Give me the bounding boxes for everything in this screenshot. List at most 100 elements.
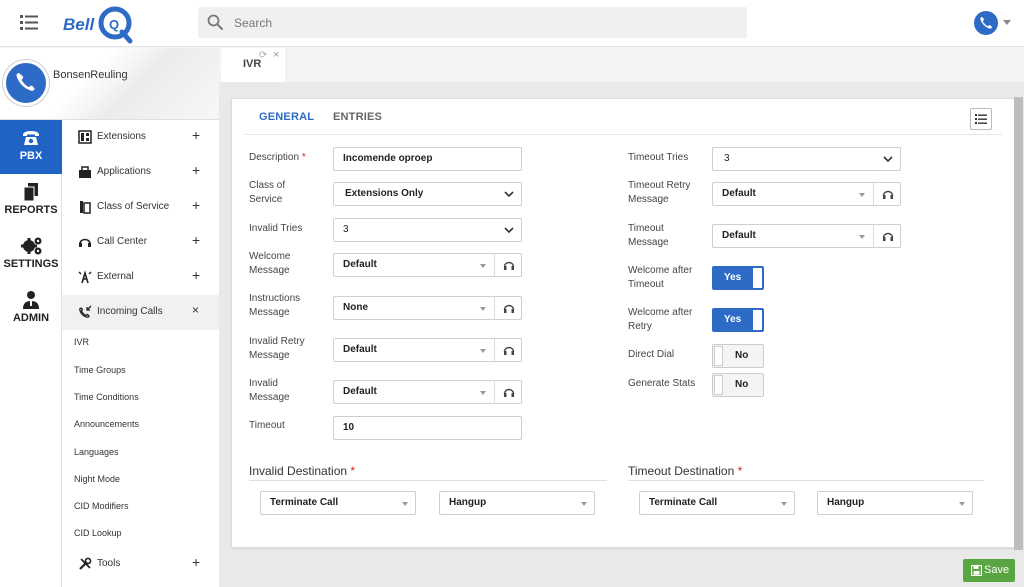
direct-dial-label: Direct Dial: [628, 349, 675, 360]
welcome-message-label: Welcome Message: [249, 251, 291, 276]
class-of-service-select[interactable]: Extensions Only: [333, 182, 522, 206]
svg-text:Q: Q: [109, 17, 119, 32]
phone-status-icon[interactable]: [974, 11, 998, 35]
ivr-form-card: GENERAL ENTRIES Description * Incomende …: [231, 98, 1015, 548]
search-input[interactable]: [234, 13, 714, 33]
bellq-logo[interactable]: Bell Q: [62, 4, 134, 44]
welcome-after-retry-toggle[interactable]: Yes: [712, 308, 764, 332]
submenu-tools[interactable]: Tools +: [62, 547, 219, 582]
submenu-label-incoming-calls: Incoming Calls: [97, 306, 163, 317]
timeout-destination-target-select[interactable]: Hangup: [817, 491, 973, 515]
timeout-destination-title: Timeout Destination *: [628, 464, 743, 478]
list-view-button[interactable]: [970, 108, 992, 130]
expand-icon[interactable]: +: [192, 127, 200, 143]
timeout-destination-type-select[interactable]: Terminate Call: [639, 491, 795, 515]
collapse-icon[interactable]: ×: [192, 303, 199, 317]
instructions-message-select[interactable]: None: [333, 296, 522, 320]
description-input[interactable]: Incomende oproep: [333, 147, 522, 171]
invalid-destination-target-select[interactable]: Hangup: [439, 491, 595, 515]
submenu-class-of-service[interactable]: Class of Service +: [62, 190, 219, 225]
invalid-tries-select[interactable]: 3: [333, 218, 522, 242]
expand-icon[interactable]: +: [192, 554, 200, 570]
tab-entries[interactable]: ENTRIES: [333, 111, 382, 123]
headphones-icon[interactable]: [882, 188, 894, 200]
nav-admin[interactable]: ADMIN: [0, 282, 62, 336]
description-label: Description *: [249, 152, 306, 163]
headphones-icon[interactable]: [503, 386, 515, 398]
submenu-item-ivr[interactable]: IVR: [74, 337, 89, 347]
welcome-after-timeout-toggle[interactable]: Yes: [712, 266, 764, 290]
phone-icon: [23, 131, 39, 145]
timeout-tries-value: 3: [724, 153, 730, 164]
invalid-destination-type-select[interactable]: Terminate Call: [260, 491, 416, 515]
headphones-icon[interactable]: [503, 344, 515, 356]
invalid-retry-message-select[interactable]: Default: [333, 338, 522, 362]
submenu-applications[interactable]: Applications +: [62, 155, 219, 190]
nav-label-admin: ADMIN: [12, 312, 50, 324]
svg-text:Bell: Bell: [63, 15, 95, 34]
timeout-message-select[interactable]: Default: [712, 224, 901, 248]
toggle-state: Yes: [724, 314, 742, 325]
nav-reports[interactable]: REPORTS: [0, 174, 62, 228]
expand-icon[interactable]: +: [192, 267, 200, 283]
submenu-item-time-conditions[interactable]: Time Conditions: [74, 392, 139, 402]
generate-stats-toggle[interactable]: No: [712, 373, 764, 397]
close-icon[interactable]: ×: [273, 49, 279, 61]
invalid-message-select[interactable]: Default: [333, 380, 522, 404]
expand-icon[interactable]: +: [192, 197, 200, 213]
tab-ivr[interactable]: IVR ⟳ ×: [221, 48, 285, 82]
welcome-message-select[interactable]: Default: [333, 253, 522, 277]
submenu-item-announcements[interactable]: Announcements: [74, 419, 139, 429]
pbx-submenu: Extensions + Applications + Class of Ser…: [62, 120, 219, 587]
separator: [494, 339, 495, 361]
submenu-call-center[interactable]: Call Center +: [62, 225, 219, 260]
separator: [873, 183, 874, 205]
timeout-input[interactable]: 10: [333, 416, 522, 440]
timeout-retry-message-select[interactable]: Default: [712, 182, 901, 206]
nav-label-pbx: PBX: [19, 150, 43, 162]
timeout-tries-select[interactable]: 3: [712, 147, 901, 171]
class-of-service-label: Class of Service: [249, 180, 286, 205]
direct-dial-toggle[interactable]: No: [712, 344, 764, 368]
welcome-after-retry-label: Welcome after Retry: [628, 307, 693, 332]
avatar[interactable]: [3, 60, 49, 106]
chevron-down-icon[interactable]: [1003, 20, 1011, 25]
expand-icon[interactable]: +: [192, 232, 200, 248]
headphones-icon[interactable]: [882, 230, 894, 242]
invalid-message-value: Default: [343, 386, 377, 397]
refresh-icon[interactable]: ⟳: [259, 50, 267, 61]
instructions-message-value: None: [343, 302, 368, 313]
description-value: Incomende oproep: [343, 153, 433, 164]
submenu-item-cid-lookup[interactable]: CID Lookup: [74, 528, 122, 538]
caret-down-icon: [959, 502, 965, 506]
save-button[interactable]: Save: [963, 559, 1015, 582]
submenu-item-night-mode[interactable]: Night Mode: [74, 474, 120, 484]
divider: [628, 480, 984, 481]
submenu-item-languages[interactable]: Languages: [74, 447, 119, 457]
nav-settings[interactable]: SETTINGS: [0, 228, 62, 282]
tab-general[interactable]: GENERAL: [259, 111, 314, 123]
tab-divider: [244, 134, 1002, 135]
list-icon: [975, 114, 987, 124]
nav-pbx[interactable]: PBX: [0, 120, 62, 174]
toggle-state: No: [735, 379, 749, 390]
caret-down-icon: [581, 502, 587, 506]
headphones-icon[interactable]: [503, 302, 515, 314]
submenu-extensions[interactable]: Extensions +: [62, 120, 219, 155]
expand-icon[interactable]: +: [192, 162, 200, 178]
timeout-message-value: Default: [722, 230, 756, 241]
submenu-item-cid-modifiers[interactable]: CID Modifiers: [74, 501, 129, 511]
menu-toggle-icon[interactable]: [20, 13, 40, 31]
submenu-incoming-calls[interactable]: Incoming Calls ×: [62, 295, 219, 330]
scrollbar[interactable]: [1014, 97, 1023, 550]
submenu-label-call-center: Call Center: [97, 236, 148, 247]
invalid-message-label: Invalid Message: [249, 378, 290, 403]
extensions-icon: [78, 130, 92, 144]
submenu-label-extensions: Extensions: [97, 131, 146, 142]
submenu-item-time-groups[interactable]: Time Groups: [74, 365, 126, 375]
separator: [873, 225, 874, 247]
top-bar: Bell Q: [0, 0, 1024, 47]
submenu-external[interactable]: External +: [62, 260, 219, 295]
separator: [494, 381, 495, 403]
headphones-icon[interactable]: [503, 259, 515, 271]
